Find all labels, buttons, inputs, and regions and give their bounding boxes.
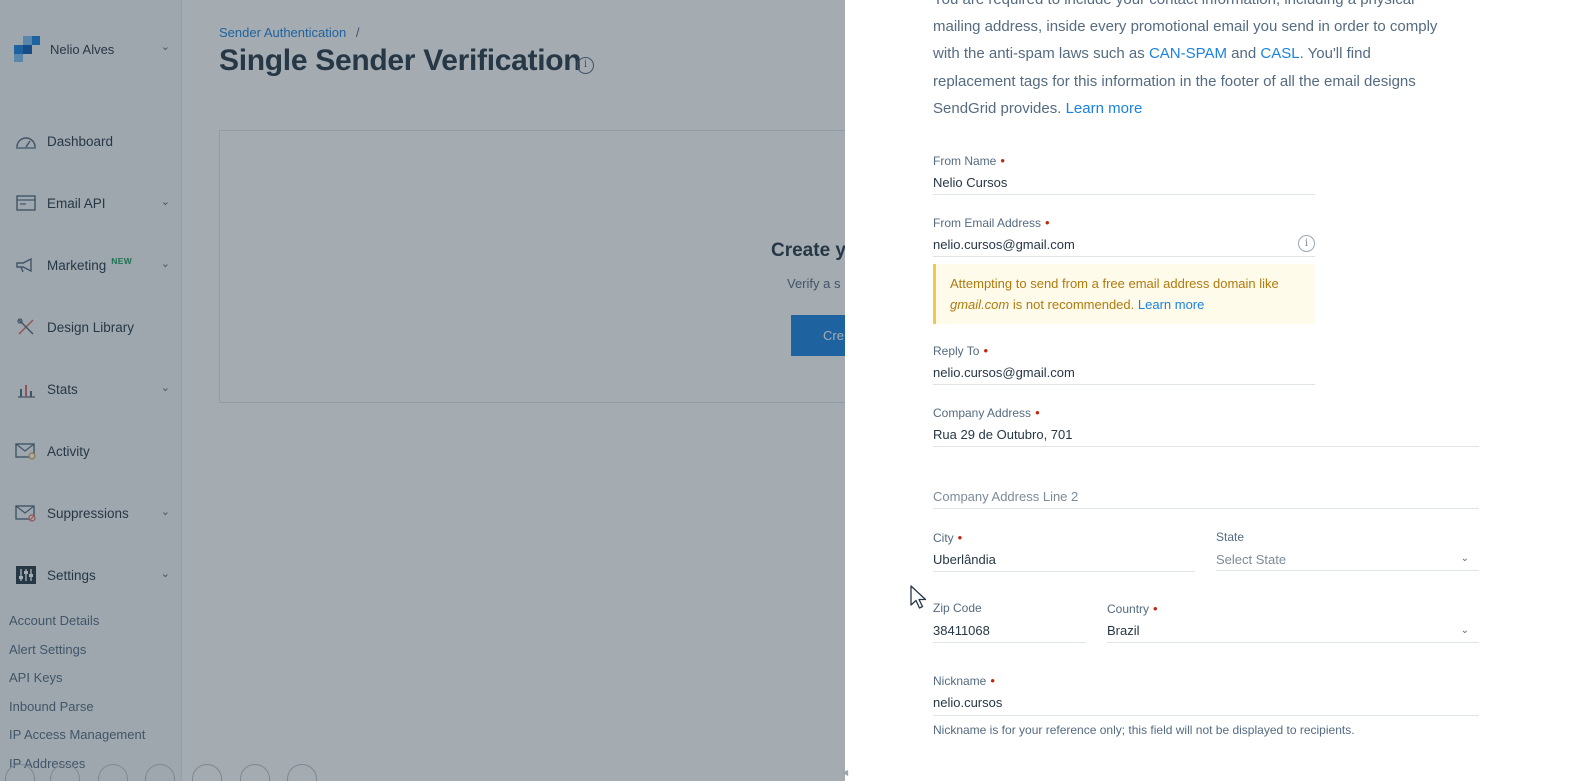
country-select[interactable]: Country • Brazil ⌄ xyxy=(1107,601,1479,643)
intro-line: with the anti-spam laws such as xyxy=(933,45,1149,63)
modal-backdrop[interactable] xyxy=(0,0,845,781)
scroll-left-arrow-icon[interactable]: ◀ xyxy=(842,768,848,777)
intro-line: and xyxy=(1227,45,1261,63)
warning-domain: gmail.com xyxy=(950,297,1010,312)
field-label-text: Zip Code xyxy=(933,601,982,615)
warning-learn-more-link[interactable]: Learn more xyxy=(1138,297,1204,312)
chevron-down-icon[interactable]: ⌄ xyxy=(1461,625,1469,636)
field-label-empty xyxy=(933,467,1479,483)
country-selected-value[interactable]: Brazil xyxy=(1107,623,1479,641)
city-field[interactable]: City • Uberlândia xyxy=(933,530,1195,572)
required-marker: • xyxy=(957,530,963,545)
can-spam-link[interactable]: CAN-SPAM xyxy=(1149,45,1227,62)
field-label-text: City xyxy=(933,531,954,545)
info-icon[interactable]: i xyxy=(1298,235,1315,252)
create-sender-drawer: You are required to include your contact… xyxy=(845,0,1578,781)
field-label: From Name • xyxy=(933,153,1315,169)
company-address-line-2-input[interactable]: Company Address Line 2 xyxy=(933,489,1479,507)
required-marker: • xyxy=(1153,601,1158,616)
city-input[interactable]: Uberlândia xyxy=(933,552,1195,570)
state-selected-value[interactable]: Select State xyxy=(1216,552,1479,570)
from-name-input[interactable]: Nelio Cursos xyxy=(933,175,1315,193)
field-label-text: Nickname xyxy=(933,674,987,688)
intro-line: replacement tags for this information in… xyxy=(933,72,1416,90)
field-label-text: From Email Address xyxy=(933,216,1042,230)
reply-to-input[interactable]: nelio.cursos@gmail.com xyxy=(933,365,1315,383)
field-label: Company Address • xyxy=(933,405,1479,421)
field-label-text: Reply To xyxy=(933,344,980,358)
zip-code-field[interactable]: Zip Code 38411068 xyxy=(933,601,1086,643)
intro-text: You are required to include your contact… xyxy=(933,0,1483,122)
from-name-field[interactable]: From Name • Nelio Cursos xyxy=(933,153,1315,195)
nickname-field[interactable]: Nickname • nelio.cursos xyxy=(933,673,1479,716)
field-label: Country • xyxy=(1107,601,1479,617)
field-label: Reply To • xyxy=(933,343,1315,359)
state-select[interactable]: State Select State ⌄ xyxy=(1216,530,1479,571)
field-label-text: State xyxy=(1216,530,1245,544)
company-address-line-2-field[interactable]: Company Address Line 2 xyxy=(933,467,1479,509)
field-label: City • xyxy=(933,530,1195,546)
field-label-text: Company Address xyxy=(933,406,1032,420)
zip-code-input[interactable]: 38411068 xyxy=(933,623,1086,641)
warning-text: is not recommended. xyxy=(1009,297,1138,312)
required-marker: • xyxy=(990,673,995,688)
learn-more-link[interactable]: Learn more xyxy=(1066,100,1143,117)
required-marker: • xyxy=(1045,215,1050,230)
intro-line: mailing address, inside every promotiona… xyxy=(933,18,1438,36)
mouse-cursor-icon xyxy=(910,585,927,609)
nickname-hint: Nickname is for your reference only; thi… xyxy=(933,723,1355,737)
from-email-field[interactable]: From Email Address • nelio.cursos@gmail.c… xyxy=(933,215,1315,257)
required-marker: • xyxy=(983,343,989,358)
intro-line: You are required to include your contact… xyxy=(933,0,1414,8)
casl-link[interactable]: CASL xyxy=(1260,45,1299,62)
company-address-field[interactable]: Company Address • Rua 29 de Outubro, 701 xyxy=(933,405,1479,447)
chevron-down-icon[interactable]: ⌄ xyxy=(1461,553,1469,564)
free-domain-warning: Attempting to send from a free email add… xyxy=(933,264,1315,324)
field-label-text: From Name xyxy=(933,154,997,168)
required-marker: • xyxy=(1035,405,1040,420)
field-label-text: Country xyxy=(1107,602,1150,616)
field-label: Nickname • xyxy=(933,673,1479,689)
warning-text: Attempting to send from a free email add… xyxy=(950,276,1279,291)
from-email-input[interactable]: nelio.cursos@gmail.com xyxy=(933,237,1315,255)
reply-to-field[interactable]: Reply To • nelio.cursos@gmail.com xyxy=(933,343,1315,385)
required-marker: • xyxy=(1000,153,1005,168)
nickname-input[interactable]: nelio.cursos xyxy=(933,695,1479,713)
intro-line: SendGrid provides. xyxy=(933,99,1066,117)
company-address-input[interactable]: Rua 29 de Outubro, 701 xyxy=(933,427,1479,445)
intro-line: . You'll find xyxy=(1299,45,1371,63)
field-label: From Email Address • xyxy=(933,215,1315,231)
